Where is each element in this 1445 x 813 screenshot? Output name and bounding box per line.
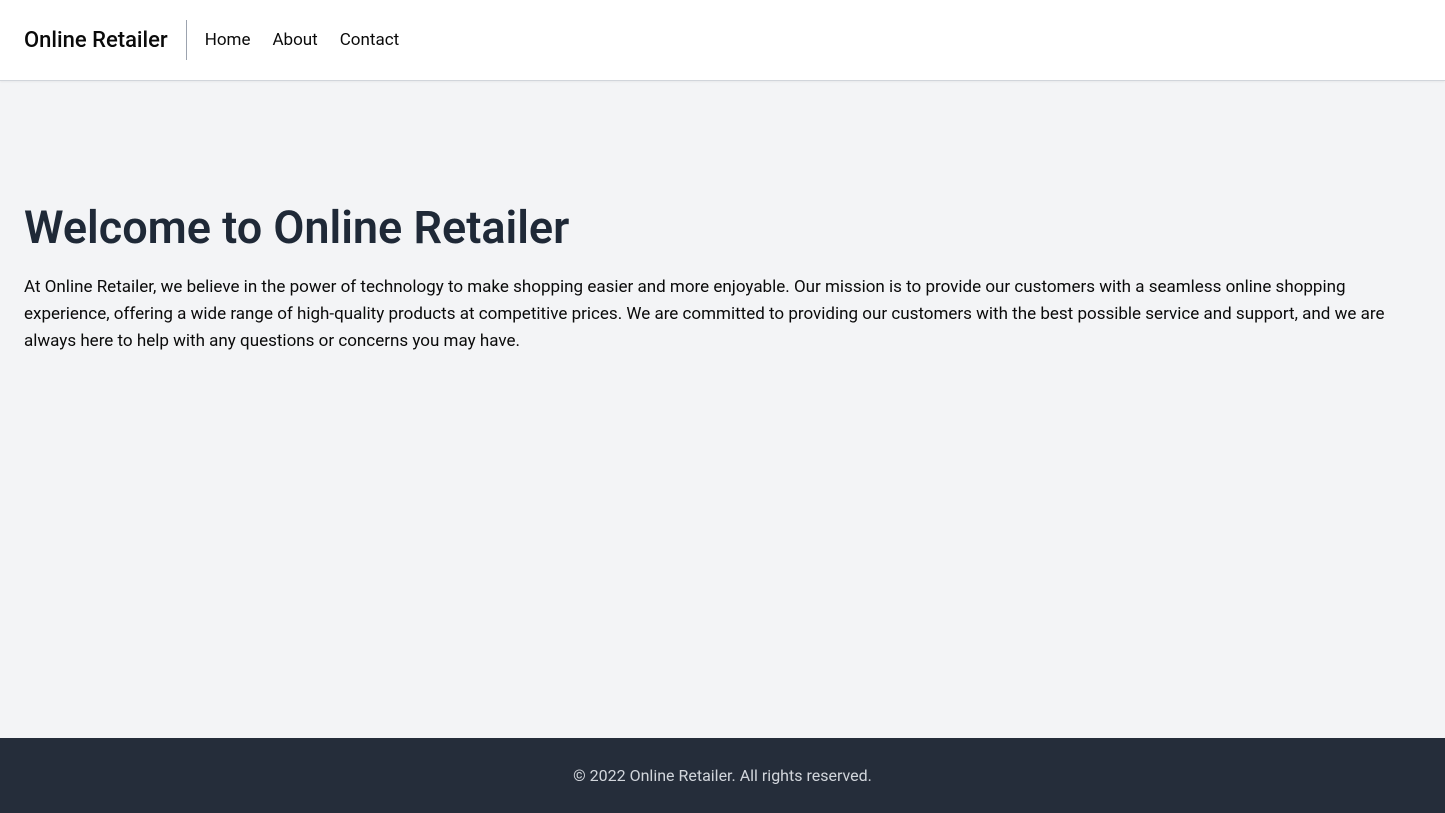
brand-name[interactable]: Online Retailer: [24, 28, 186, 53]
nav-links-container: Home About Contact: [187, 30, 399, 50]
nav-link-home[interactable]: Home: [205, 30, 251, 50]
intro-paragraph: At Online Retailer, we believe in the po…: [24, 274, 1421, 356]
footer: © 2022 Online Retailer. All rights reser…: [0, 738, 1445, 813]
header: Online Retailer Home About Contact: [0, 0, 1445, 81]
main-content: Welcome to Online Retailer At Online Ret…: [0, 81, 1445, 738]
page-title: Welcome to Online Retailer: [24, 201, 1421, 254]
nav-link-contact[interactable]: Contact: [340, 30, 399, 50]
copyright-text: © 2022 Online Retailer. All rights reser…: [24, 766, 1421, 785]
navigation: Online Retailer Home About Contact: [24, 20, 1421, 60]
nav-link-about[interactable]: About: [272, 30, 317, 50]
